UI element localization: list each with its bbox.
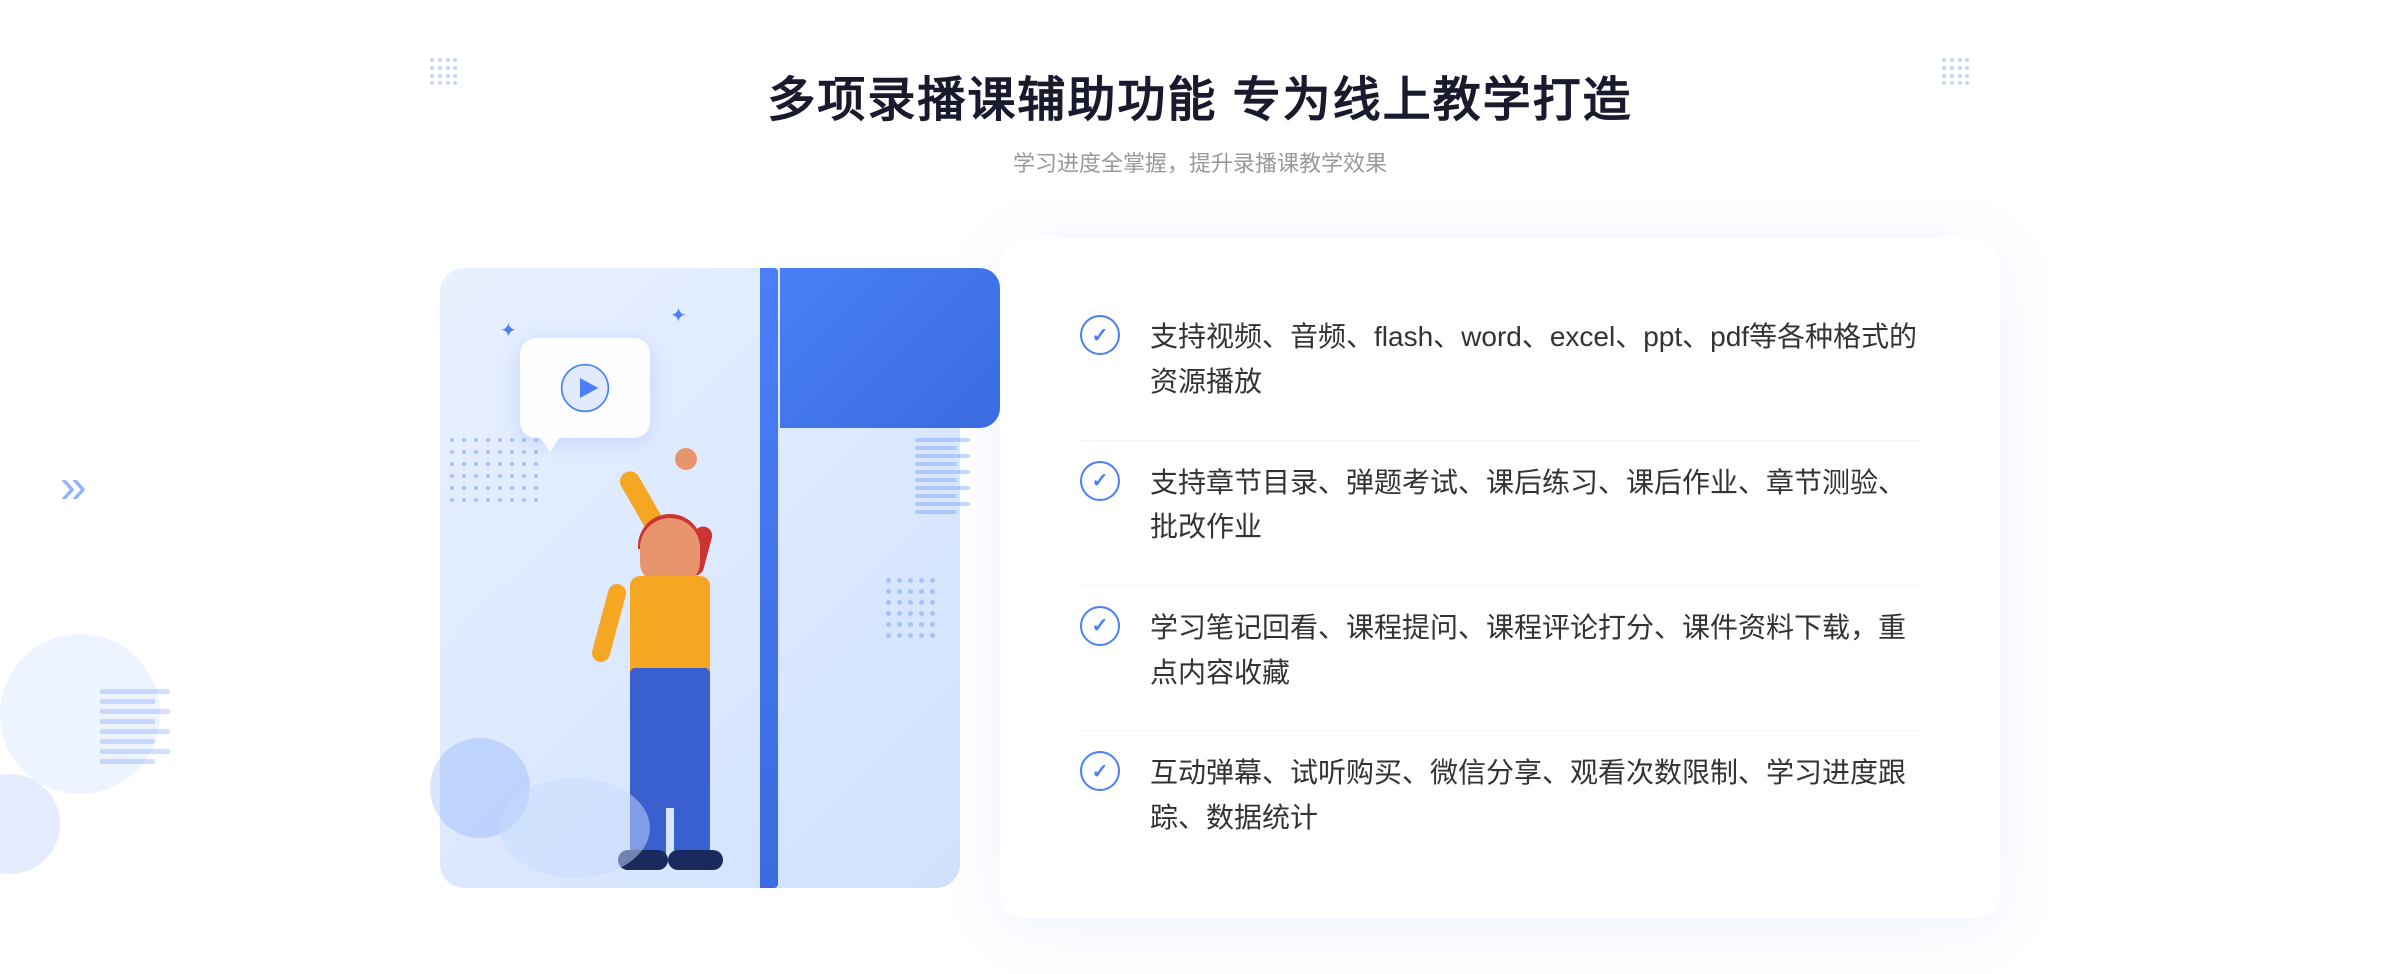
feature-text-1: 支持视频、音频、flash、word、excel、ppt、pdf等各种格式的资源… — [1150, 315, 1920, 405]
person-shoe-right — [668, 850, 723, 870]
check-mark-1: ✓ — [1092, 323, 1109, 348]
check-circle-4: ✓ — [1080, 751, 1120, 791]
check-mark-3: ✓ — [1092, 613, 1109, 638]
feature-item-1: ✓ 支持视频、音频、flash、word、excel、ppt、pdf等各种格式的… — [1080, 295, 1920, 425]
arrow-dot-decoration — [886, 578, 935, 638]
main-title: 多项录播课辅助功能 专为线上教学打造 — [767, 60, 1632, 130]
feature-text-2: 支持章节目录、弹题考试、课后练习、课后作业、章节测验、批改作业 — [1150, 461, 1920, 551]
play-icon — [560, 363, 610, 413]
person-head — [640, 518, 700, 583]
page-container: » 多项录播课辅助功能 专为线上教学打造 学习进度全掌握，提升录播课教学效果 — [0, 0, 2400, 974]
person-torso — [630, 576, 710, 676]
header-section: 多项录播课辅助功能 专为线上教学打造 学习进度全掌握，提升录播课教学效果 — [767, 60, 1632, 178]
dots-decoration-left — [430, 58, 458, 86]
stripes-decoration — [915, 438, 970, 514]
check-circle-1: ✓ — [1080, 315, 1120, 355]
hand-up — [675, 448, 697, 470]
play-bubble — [520, 338, 650, 438]
check-mark-2: ✓ — [1092, 468, 1109, 493]
feature-item-4: ✓ 互动弹幕、试听购买、微信分享、观看次数限制、学习进度跟踪、数据统计 — [1080, 730, 1920, 861]
check-circle-3: ✓ — [1080, 606, 1120, 646]
person-arm-left — [590, 582, 628, 664]
deco-circle-light — [500, 778, 650, 878]
far-left-stripes-decoration — [100, 689, 170, 764]
feature-item-2: ✓ 支持章节目录、弹题考试、课后练习、课后作业、章节测验、批改作业 — [1080, 440, 1920, 571]
features-panel: ✓ 支持视频、音频、flash、word、excel、ppt、pdf等各种格式的… — [1000, 238, 2000, 918]
check-mark-4: ✓ — [1092, 759, 1109, 784]
feature-text-4: 互动弹幕、试听购买、微信分享、观看次数限制、学习进度跟踪、数据统计 — [1150, 751, 1920, 841]
content-area: ✦ ✦ — [400, 238, 2000, 918]
blue-accent-strip — [760, 268, 778, 888]
feature-item-3: ✓ 学习笔记回看、课程提问、课程评论打分、课件资料下载，重点内容收藏 — [1080, 585, 1920, 716]
sub-title: 学习进度全掌握，提升录播课教学效果 — [767, 146, 1632, 178]
top-blue-card — [780, 268, 1000, 428]
page-chevron-left[interactable]: » — [60, 460, 87, 515]
dots-decoration-right — [1942, 58, 1970, 86]
sparkle-1-decoration: ✦ — [500, 318, 517, 343]
check-circle-2: ✓ — [1080, 461, 1120, 501]
feature-text-3: 学习笔记回看、课程提问、课程评论打分、课件资料下载，重点内容收藏 — [1150, 606, 1920, 696]
far-left-circle2-decoration — [0, 774, 60, 874]
person-leg-right — [674, 778, 710, 858]
illustration-wrapper: ✦ ✦ — [400, 238, 1020, 918]
sparkle-2-decoration: ✦ — [670, 303, 687, 328]
dot-grid-illustration — [450, 438, 538, 502]
